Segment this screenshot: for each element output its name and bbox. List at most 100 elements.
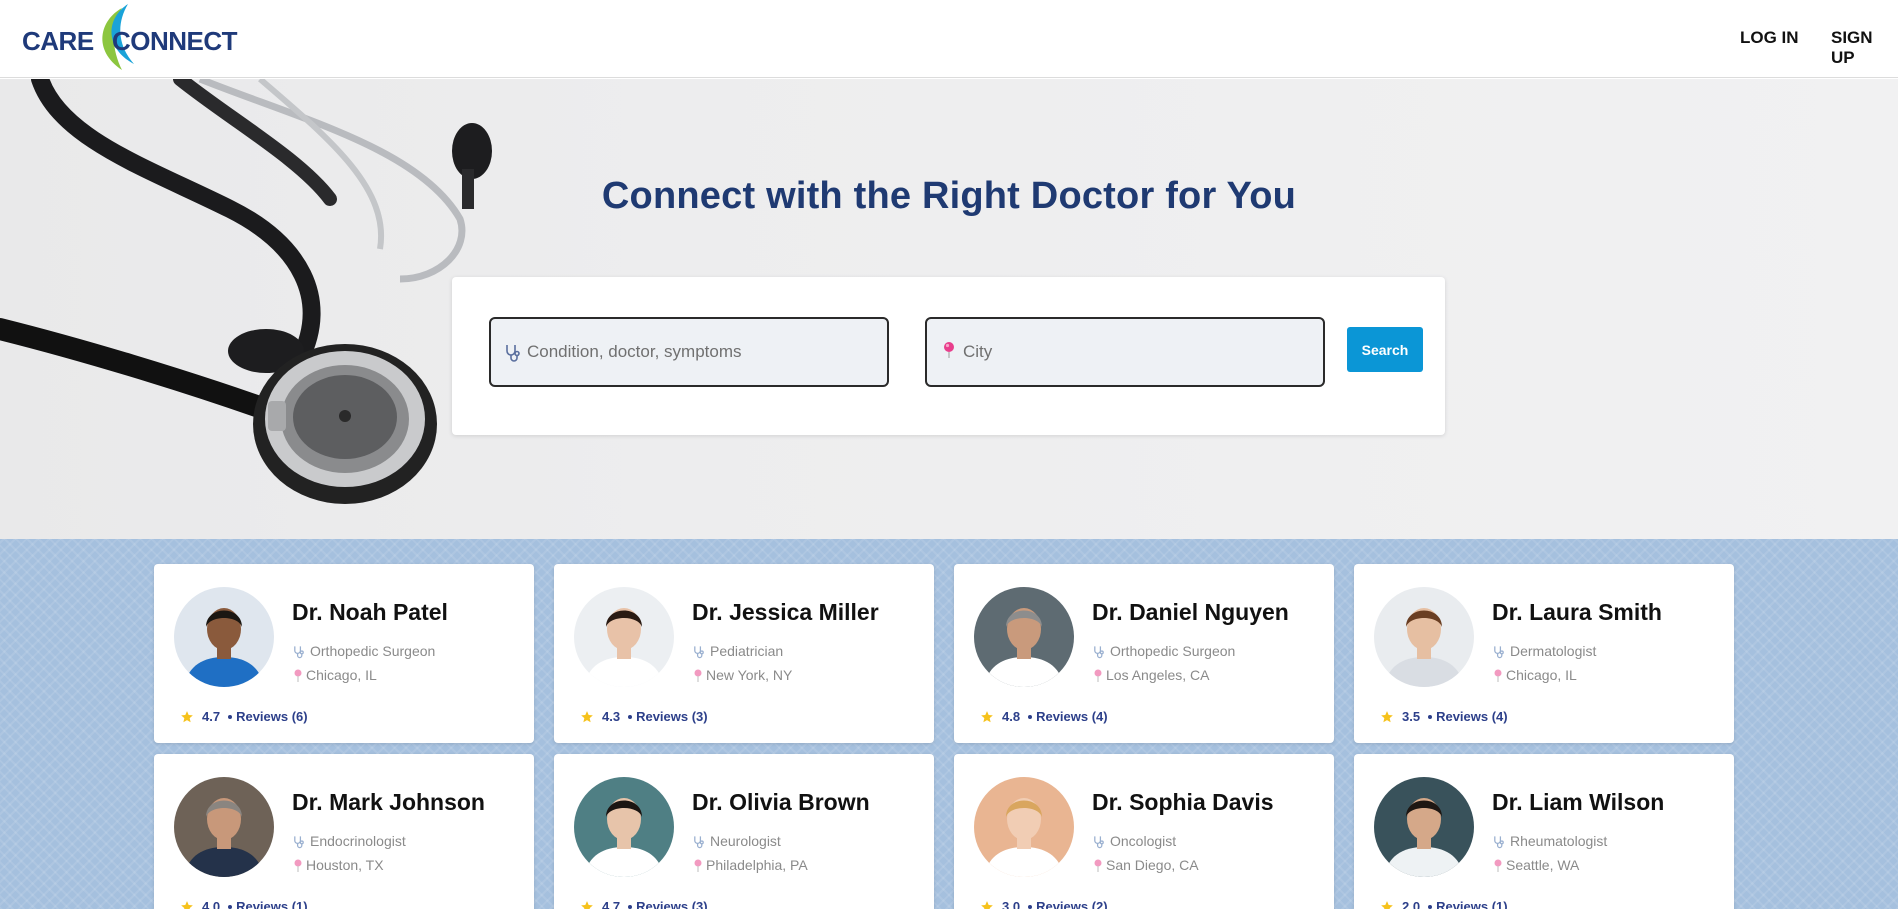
map-pin-icon [292, 669, 304, 686]
doctor-card[interactable]: Dr. Mark Johnson Endocrinologist Houston… [154, 754, 534, 909]
doctor-specialty-text: Neurologist [710, 833, 781, 849]
doctor-results: Dr. Noah Patel Orthopedic Surgeon Chicag… [0, 539, 1898, 909]
doctor-location: Chicago, IL [292, 667, 377, 686]
doctor-card[interactable]: Dr. Sophia Davis Oncologist San Diego, C… [954, 754, 1334, 909]
star-icon [980, 900, 994, 909]
doctor-specialty: Orthopedic Surgeon [1092, 643, 1235, 662]
stethoscope-icon [692, 835, 706, 852]
doctor-specialty: Rheumatologist [1492, 833, 1607, 852]
separator-dot [1428, 905, 1433, 909]
city-input[interactable] [963, 337, 1303, 367]
stethoscope-icon [506, 345, 520, 362]
doctor-specialty-text: Oncologist [1110, 833, 1177, 849]
doctor-specialty: Neurologist [692, 833, 781, 852]
doctor-card[interactable]: Dr. Daniel Nguyen Orthopedic Surgeon Los… [954, 564, 1334, 743]
doctor-specialty: Oncologist [1092, 833, 1176, 852]
logo-connect-text: CONNECT [112, 26, 238, 56]
separator-dot [1028, 715, 1033, 719]
doctor-card[interactable]: Dr. Laura Smith Dermatologist Chicago, I… [1354, 564, 1734, 743]
map-pin-icon [1492, 669, 1504, 686]
condition-field[interactable] [489, 317, 889, 387]
star-icon [1380, 710, 1394, 727]
condition-input[interactable] [527, 337, 867, 367]
doctor-name[interactable]: Dr. Jessica Miller [692, 599, 879, 626]
reviews-link[interactable]: Reviews (2) [1036, 899, 1108, 909]
doctor-rating: 2.0 Reviews (1) [1380, 899, 1508, 909]
doctor-specialty: Dermatologist [1492, 643, 1596, 662]
star-icon [1380, 900, 1394, 909]
separator-dot [1428, 715, 1433, 719]
doctor-name[interactable]: Dr. Liam Wilson [1492, 789, 1664, 816]
hero-title: Connect with the Right Doctor for You [601, 175, 1297, 217]
doctor-location: Los Angeles, CA [1092, 667, 1210, 686]
map-pin-icon [692, 669, 704, 686]
doctor-avatar [574, 587, 674, 687]
separator-dot [1028, 905, 1033, 909]
stethoscope-icon [1492, 645, 1506, 662]
doctor-card[interactable]: Dr. Noah Patel Orthopedic Surgeon Chicag… [154, 564, 534, 743]
doctor-location-text: Philadelphia, PA [706, 857, 808, 873]
rating-value: 3.0 [1002, 899, 1021, 909]
star-icon [980, 710, 994, 727]
reviews-link[interactable]: Reviews (1) [236, 899, 308, 909]
doctor-name[interactable]: Dr. Mark Johnson [292, 789, 485, 816]
doctor-specialty-text: Orthopedic Surgeon [1110, 643, 1236, 659]
reviews-link[interactable]: Reviews (6) [236, 709, 308, 724]
doctor-card[interactable]: Dr. Olivia Brown Neurologist Philadelphi… [554, 754, 934, 909]
search-button[interactable]: Search [1347, 327, 1423, 372]
map-pin-icon [1492, 859, 1504, 876]
doctor-location-text: New York, NY [706, 667, 793, 683]
doctor-avatar [1374, 587, 1474, 687]
doctor-specialty: Pediatrician [692, 643, 783, 662]
careconnect-logo[interactable]: CARE CONNECT [22, 2, 242, 76]
doctor-specialty: Orthopedic Surgeon [292, 643, 435, 662]
separator-dot [628, 715, 633, 719]
doctor-name[interactable]: Dr. Sophia Davis [1092, 789, 1274, 816]
star-icon [580, 710, 594, 727]
separator-dot [228, 715, 233, 719]
signup-link[interactable]: SIGN UP [1831, 28, 1898, 68]
doctor-location-text: Chicago, IL [1506, 667, 1577, 683]
doctor-rating: 4.7 Reviews (6) [180, 709, 308, 727]
doctor-card[interactable]: Dr. Liam Wilson Rheumatologist Seattle, … [1354, 754, 1734, 909]
reviews-link[interactable]: Reviews (4) [1436, 709, 1508, 724]
doctor-name[interactable]: Dr. Laura Smith [1492, 599, 1662, 626]
doctor-specialty-text: Pediatrician [710, 643, 784, 659]
doctor-specialty-text: Endocrinologist [310, 833, 406, 849]
doctor-location: Chicago, IL [1492, 667, 1577, 686]
doctor-specialty-text: Rheumatologist [1510, 833, 1608, 849]
reviews-link[interactable]: Reviews (3) [636, 899, 708, 909]
hero-banner: Connect with the Right Doctor for You Se… [0, 79, 1898, 539]
doctor-location-text: Houston, TX [306, 857, 384, 873]
doctor-card[interactable]: Dr. Jessica Miller Pediatrician New York… [554, 564, 934, 743]
rating-value: 2.0 [1402, 899, 1421, 909]
doctor-rating: 4.8 Reviews (4) [980, 709, 1108, 727]
doctor-grid: Dr. Noah Patel Orthopedic Surgeon Chicag… [154, 564, 1734, 909]
doctor-location: Seattle, WA [1492, 857, 1579, 876]
doctor-name[interactable]: Dr. Daniel Nguyen [1092, 599, 1289, 626]
doctor-avatar [974, 777, 1074, 877]
doctor-specialty-text: Orthopedic Surgeon [310, 643, 436, 659]
doctor-rating: 4.0 Reviews (1) [180, 899, 308, 909]
doctor-location: Houston, TX [292, 857, 384, 876]
rating-value: 4.8 [1002, 709, 1021, 724]
rating-value: 3.5 [1402, 709, 1421, 724]
doctor-rating: 4.3 Reviews (3) [580, 709, 708, 727]
login-link[interactable]: LOG IN [1740, 28, 1799, 48]
doctor-name[interactable]: Dr. Noah Patel [292, 599, 448, 626]
reviews-link[interactable]: Reviews (1) [1436, 899, 1508, 909]
city-field[interactable] [925, 317, 1325, 387]
doctor-location-text: Seattle, WA [1506, 857, 1580, 873]
reviews-link[interactable]: Reviews (4) [1036, 709, 1108, 724]
rating-value: 4.0 [202, 899, 221, 909]
map-pin-icon [292, 859, 304, 876]
doctor-specialty-text: Dermatologist [1510, 643, 1597, 659]
doctor-name[interactable]: Dr. Olivia Brown [692, 789, 870, 816]
star-icon [580, 900, 594, 909]
doctor-location: Philadelphia, PA [692, 857, 808, 876]
reviews-link[interactable]: Reviews (3) [636, 709, 708, 724]
stethoscope-icon [1092, 645, 1106, 662]
doctor-avatar [174, 587, 274, 687]
stethoscope-icon [1092, 835, 1106, 852]
doctor-location-text: San Diego, CA [1106, 857, 1199, 873]
